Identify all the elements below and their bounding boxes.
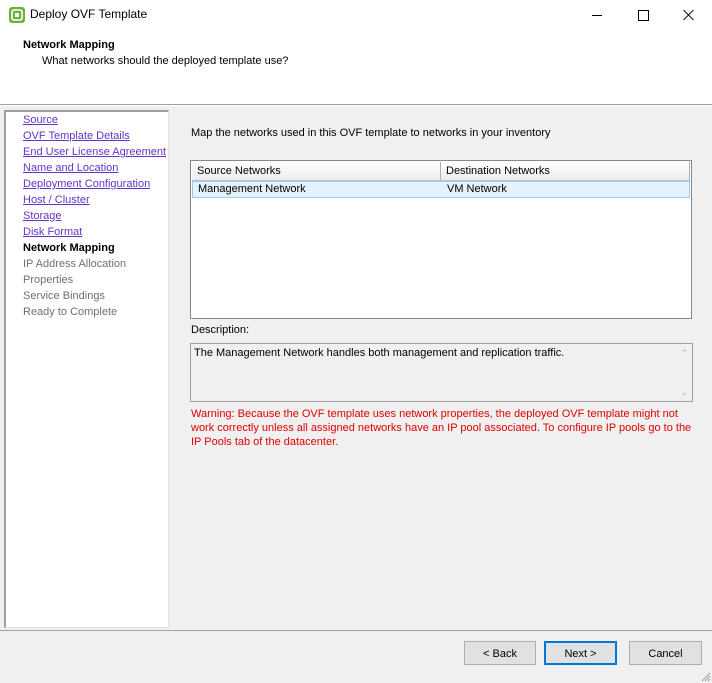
- table-row[interactable]: Management Network VM Network: [192, 181, 690, 198]
- nav-step-ip-address-allocation: IP Address Allocation: [23, 258, 127, 270]
- resize-grip-icon[interactable]: [699, 670, 711, 682]
- table-header-row: Source Networks Destination Networks: [192, 162, 690, 181]
- scroll-up-icon[interactable]: ⌃: [680, 348, 688, 359]
- scroll-down-icon[interactable]: ⌄: [680, 387, 688, 398]
- nav-step-deployment-configuration[interactable]: Deployment Configuration: [23, 178, 150, 190]
- network-mapping-table[interactable]: Source Networks Destination Networks Man…: [190, 160, 692, 319]
- wizard-footer: < Back Next > Cancel: [0, 631, 712, 683]
- nav-step-ready-to-complete: Ready to Complete: [23, 306, 118, 318]
- wizard-steps-nav: Source OVF Template Details End User Lic…: [4, 110, 169, 628]
- cancel-button[interactable]: Cancel: [629, 641, 702, 665]
- minimize-button[interactable]: [574, 0, 620, 30]
- nav-step-host-cluster[interactable]: Host / Cluster: [23, 194, 90, 206]
- nav-step-service-bindings: Service Bindings: [23, 290, 105, 302]
- nav-step-ovf-template-details[interactable]: OVF Template Details: [23, 130, 130, 142]
- description-text: The Management Network handles both mana…: [194, 347, 565, 359]
- column-header-source-networks[interactable]: Source Networks: [192, 162, 441, 180]
- next-button[interactable]: Next >: [544, 641, 617, 665]
- maximize-icon: [637, 9, 649, 21]
- title-bar: Deploy OVF Template: [0, 0, 712, 30]
- nav-step-source[interactable]: Source: [23, 114, 58, 126]
- description-textarea[interactable]: The Management Network handles both mana…: [190, 343, 693, 402]
- nav-step-storage[interactable]: Storage: [23, 210, 62, 222]
- window-title: Deploy OVF Template: [30, 7, 148, 21]
- page-title: Network Mapping: [23, 39, 115, 51]
- maximize-button[interactable]: [620, 0, 666, 30]
- nav-step-disk-format[interactable]: Disk Format: [23, 226, 82, 238]
- source-network-cell: Management Network: [198, 183, 306, 195]
- close-icon: [683, 9, 695, 21]
- instructions-text: Map the networks used in this OVF templa…: [191, 127, 551, 139]
- close-button[interactable]: [666, 0, 712, 30]
- minimize-icon: [592, 14, 602, 16]
- nav-step-name-location[interactable]: Name and Location: [23, 162, 118, 174]
- destination-network-cell[interactable]: VM Network: [447, 182, 507, 197]
- page-subtitle: What networks should the deployed templa…: [42, 55, 289, 67]
- nav-step-network-mapping: Network Mapping: [23, 242, 115, 254]
- nav-step-eula[interactable]: End User License Agreement: [23, 146, 166, 158]
- warning-message: Warning: Because the OVF template uses n…: [191, 408, 692, 448]
- wizard-header: Network Mapping What networks should the…: [0, 30, 712, 105]
- column-header-destination-networks[interactable]: Destination Networks: [441, 162, 690, 180]
- back-button[interactable]: < Back: [464, 641, 536, 665]
- vsphere-logo-icon: [9, 7, 25, 23]
- nav-step-properties: Properties: [23, 274, 74, 286]
- description-label: Description:: [191, 324, 250, 336]
